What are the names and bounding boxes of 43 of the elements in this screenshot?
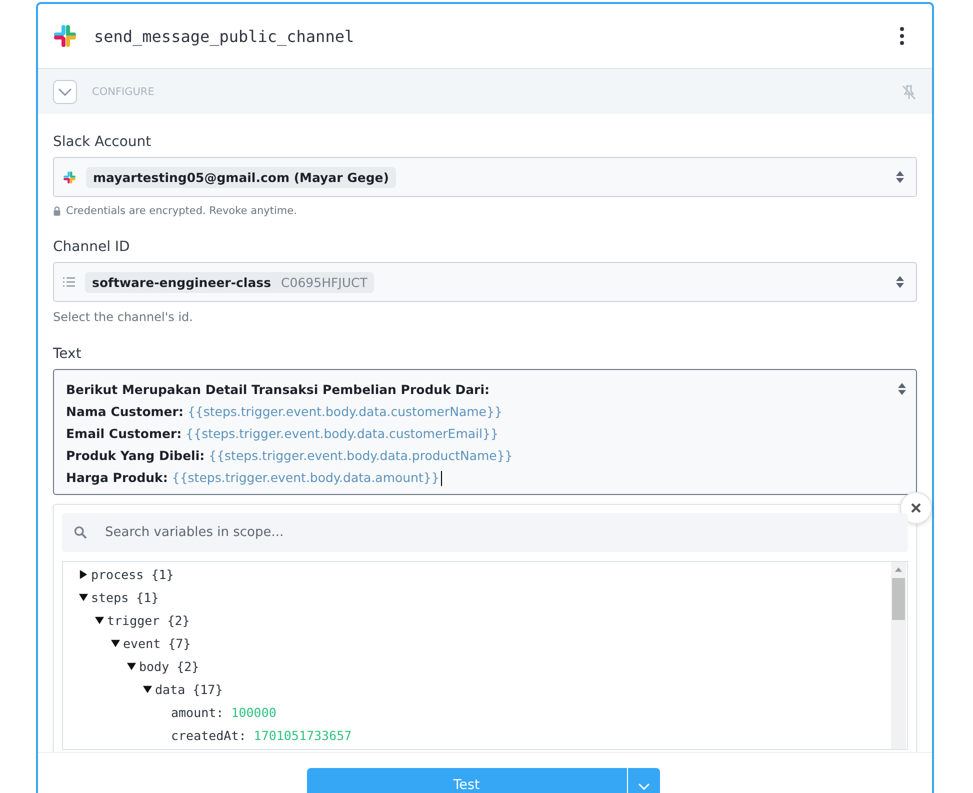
tree-node[interactable]: data {17} [155, 682, 223, 697]
sort-arrows-icon [896, 276, 904, 288]
sort-arrows-icon [896, 171, 904, 183]
slack-logo-icon [53, 24, 77, 48]
expand-arrow-icon[interactable] [143, 685, 152, 694]
scrollbar-thumb[interactable] [892, 578, 905, 620]
dropdown-button[interactable] [626, 768, 660, 793]
tree-node[interactable]: event {7} [123, 636, 191, 651]
chevron-down-icon [638, 782, 650, 790]
expand-arrow-icon[interactable] [111, 639, 120, 648]
search-icon [74, 526, 87, 539]
step-title: send_message_public_channel [94, 26, 356, 46]
sort-arrows-icon [898, 383, 906, 395]
tree-node[interactable]: trigger {2} [107, 613, 190, 628]
search-field[interactable]: Search variables in scope... [62, 513, 908, 552]
close-icon [911, 503, 921, 513]
expand-arrow-icon[interactable] [79, 570, 88, 579]
expand-arrow-icon[interactable] [95, 616, 104, 625]
tree-value[interactable]: createdAt: 1701051733657 [171, 728, 352, 743]
selected-value-tag: software-enggineer-class C0695HFJUCT [85, 272, 374, 292]
scrollbar[interactable] [891, 562, 906, 749]
select-field[interactable]: software-enggineer-class C0695HFJUCT [53, 262, 917, 302]
tree-value[interactable]: amount: 100000 [171, 705, 276, 720]
chevron-icon [58, 88, 72, 96]
select-field[interactable]: mayartesting05@gmail.com (Mayar Gege) [53, 157, 917, 197]
field-hint: Credentials are encrypted. Revoke anytime. [53, 205, 917, 217]
more-options-icon[interactable] [900, 27, 904, 45]
expand-arrow-icon[interactable] [127, 662, 136, 671]
slack-logo-icon [63, 170, 76, 184]
tree-node[interactable]: body {2} [139, 659, 200, 674]
lock-icon [53, 206, 61, 216]
tree-node[interactable]: steps {1} [91, 590, 159, 605]
list-icon [63, 277, 75, 287]
field-label: Channel ID [53, 239, 131, 255]
tree-node[interactable]: process {1} [91, 567, 174, 582]
text-field[interactable]: Berikut Merupakan Detail Transaksi Pembelian Produk Dari: Nama Customer: {{steps.trigger.event.body.data.customerName}} Email Customer: {{steps.trigger.event.body.data.customerEmail}} Produk Yang Dibeli: {{steps.trigger.event.body.data.productName}} Harga Produk: {{steps.trigger.event.body.data.amount}} [53, 369, 917, 495]
section-label: CONFIGURE [92, 86, 156, 98]
field-label: Slack Account [53, 134, 152, 150]
selected-value-tag: mayartesting05@gmail.com (Mayar Gege) [86, 166, 396, 188]
expand-arrow-icon[interactable] [79, 593, 88, 602]
collapse-toggle[interactable] [53, 80, 77, 104]
field-hint: Select the channel's id. [53, 310, 194, 324]
field-label: Text [53, 346, 82, 362]
